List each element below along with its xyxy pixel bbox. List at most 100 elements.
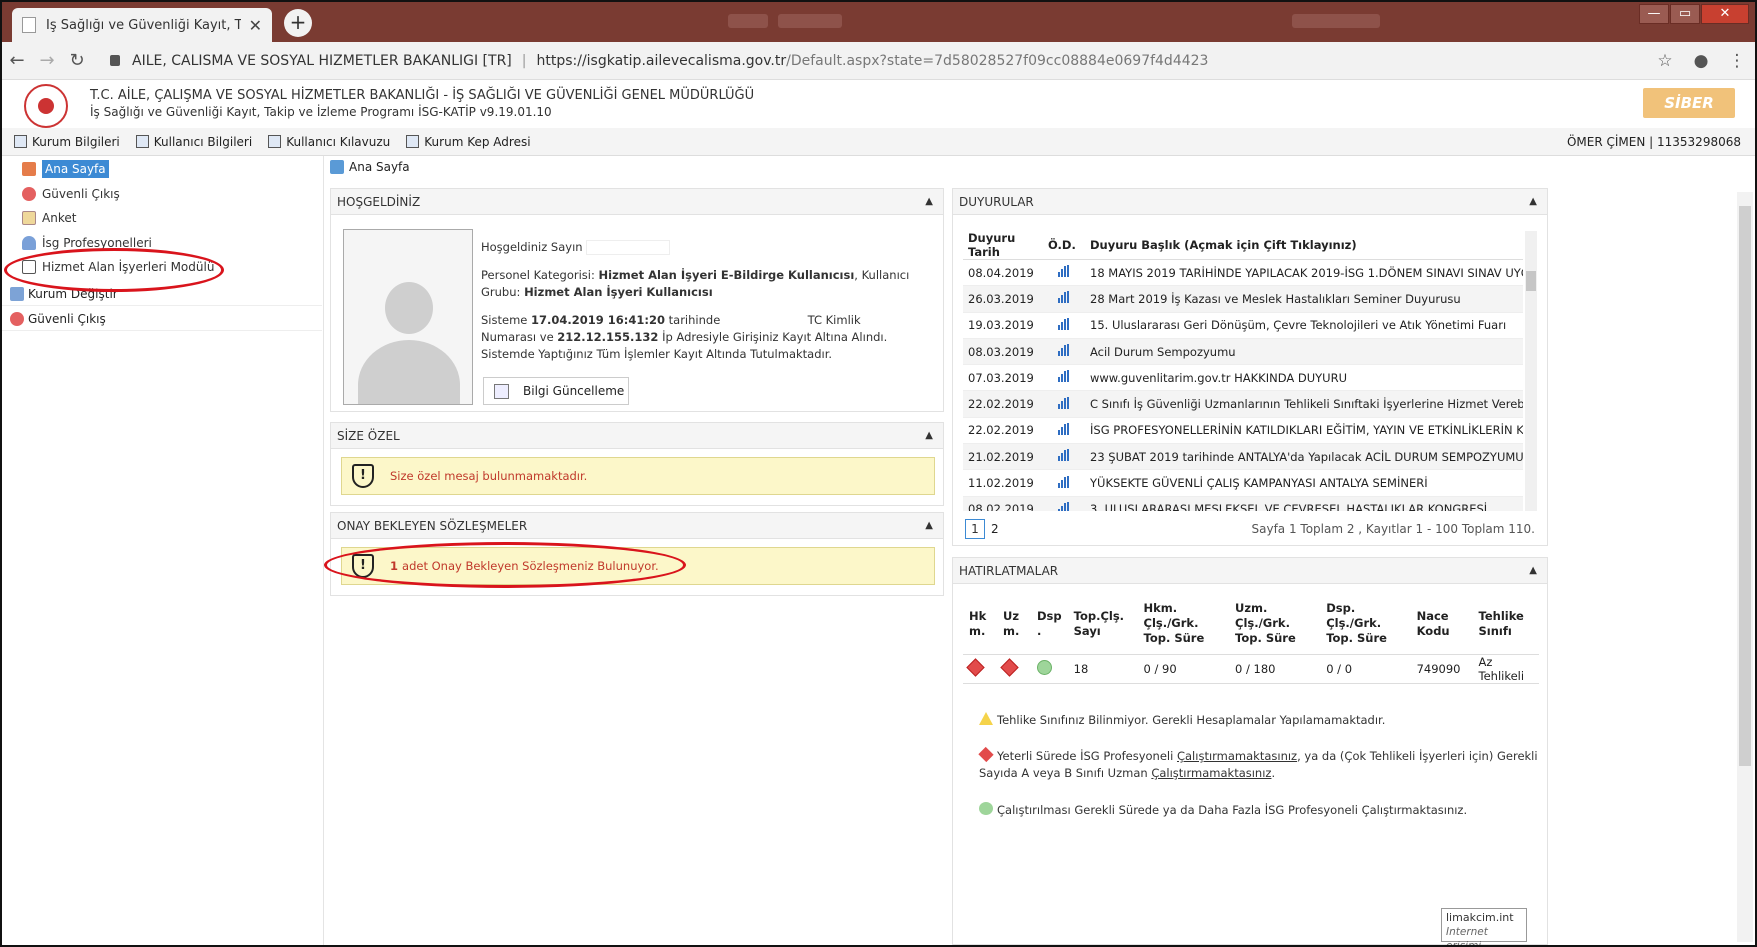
bar-chart-icon[interactable]: [1058, 422, 1070, 435]
announcement-stats[interactable]: [1043, 390, 1085, 418]
scroll-thumb[interactable]: [1526, 271, 1536, 291]
user-card-icon: [135, 135, 149, 148]
back-icon[interactable]: ←: [2, 50, 32, 71]
close-window-icon[interactable]: ✕: [1701, 4, 1749, 24]
sidebar-item-isg-profesyonelleri[interactable]: İsg Profesyonelleri: [22, 232, 152, 254]
announcement-title[interactable]: C Sınıfı İş Güvenliği Uzmanlarının Tehli…: [1085, 390, 1523, 418]
account-icon[interactable]: ●: [1683, 51, 1719, 71]
announcement-title[interactable]: Acil Durum Sempozyumu: [1085, 338, 1523, 366]
announcement-stats[interactable]: [1043, 469, 1085, 497]
announcement-stats[interactable]: [1043, 312, 1085, 339]
column-header[interactable]: Duyuru Başlık (Açmak için Çift Tıklayını…: [1085, 231, 1523, 260]
announcement-stats[interactable]: [1043, 259, 1085, 287]
announcement-title[interactable]: www.guvenlitarim.gov.tr HAKKINDA DUYURU: [1085, 364, 1523, 392]
table-row[interactable]: 22.02.2019 C Sınıfı İş Güvenliği Uzmanlar…: [963, 390, 1523, 418]
column-header[interactable]: Ö.D.: [1043, 231, 1085, 260]
url-field[interactable]: AILE, CALISMA VE SOSYAL HIZMETLER BAKANL…: [100, 53, 1647, 69]
collapse-icon[interactable]: ▲: [1529, 558, 1537, 584]
star-icon[interactable]: ☆: [1647, 51, 1683, 71]
page-1-button[interactable]: 1: [965, 519, 985, 539]
sidebar-item-ana-sayfa[interactable]: Ana Sayfa: [22, 158, 109, 180]
page-scrollbar[interactable]: [1737, 192, 1753, 942]
bar-chart-icon[interactable]: [1058, 475, 1070, 488]
announcement-stats[interactable]: [1043, 364, 1085, 392]
bar-chart-icon[interactable]: [1058, 344, 1070, 357]
pending-message[interactable]: ! 1 adet Onay Bekleyen Sözleşmeniz Bulunuy…: [341, 547, 935, 585]
bar-chart-icon[interactable]: [1058, 449, 1070, 462]
top-count-cell: 18: [1067, 654, 1138, 684]
announcement-title[interactable]: 18 MAYIS 2019 TARİHİNDE YAPILACAK 2019-İ…: [1085, 259, 1523, 287]
note-link[interactable]: Çalıştırmamaktasınız: [1177, 749, 1297, 763]
announcement-stats[interactable]: [1043, 285, 1085, 313]
table-row[interactable]: 11.02.2019 YÜKSEKTE GÜVENLİ ÇALIŞ KAMPANY…: [963, 469, 1523, 497]
announcement-stats[interactable]: [1043, 443, 1085, 471]
table-row[interactable]: 26.03.2019 28 Mart 2019 İş Kazası ve Mesl…: [963, 285, 1523, 313]
minimize-icon[interactable]: —: [1639, 4, 1669, 24]
menu-item-kurum-bilgileri[interactable]: Kurum Bilgileri: [14, 135, 120, 149]
announcement-date: 19.03.2019: [963, 312, 1043, 339]
column-header[interactable]: Duyuru Tarih: [963, 231, 1043, 260]
sidebar-item-guvenli-cikis-2[interactable]: Güvenli Çıkış: [2, 307, 322, 331]
bar-chart-icon[interactable]: [1058, 396, 1070, 409]
announcement-stats[interactable]: [1043, 417, 1085, 445]
column-header: Hkm. Çlş./Grk. Top. Süre: [1137, 594, 1230, 655]
welcome-panel: HOŞGELDİNİZ ▲ Hoşgeldiniz Sayın Personel …: [330, 188, 944, 412]
menu-dots-icon[interactable]: ⋮: [1719, 51, 1755, 71]
bar-chart-icon[interactable]: [1058, 265, 1070, 278]
user-info: ÖMER ÇİMEN | 11353298068: [1566, 135, 1741, 149]
table-row[interactable]: 08.04.2019 18 MAYIS 2019 TARİHİNDE YAPILA…: [963, 259, 1523, 287]
login-pre: Sisteme: [481, 313, 528, 327]
announcement-title[interactable]: 28 Mart 2019 İş Kazası ve Meslek Hastalı…: [1085, 285, 1523, 313]
announcement-stats[interactable]: [1043, 338, 1085, 366]
announcement-title[interactable]: 15. Uluslararası Geri Dönüşüm, Çevre Tek…: [1085, 312, 1523, 339]
collapse-icon[interactable]: ▲: [925, 423, 933, 449]
forward-icon[interactable]: →: [32, 50, 62, 71]
site-label: AILE, CALISMA VE SOSYAL HIZMETLER BAKANL…: [132, 52, 512, 69]
menu-item-kullanici-kilavuzu[interactable]: Kullanıcı Kılavuzu: [268, 135, 390, 149]
announcement-title[interactable]: 3. ULUSLARARASI MESLEKSEL VE ÇEVRESEL HA…: [1085, 496, 1523, 511]
announcement-date: 07.03.2019: [963, 364, 1043, 392]
collapse-icon[interactable]: ▲: [925, 513, 933, 539]
table-row[interactable]: 08.03.2019 Acil Durum Sempozyumu: [963, 338, 1523, 366]
shield-warning-icon: !: [352, 554, 374, 578]
collapse-icon[interactable]: ▲: [1529, 189, 1537, 215]
reload-icon[interactable]: ↻: [62, 50, 92, 71]
new-tab-button[interactable]: +: [284, 9, 312, 37]
bar-chart-icon[interactable]: [1058, 370, 1070, 383]
announcements-scrollbar[interactable]: [1525, 231, 1537, 511]
close-tab-icon[interactable]: ✕: [249, 16, 262, 35]
note-link[interactable]: Çalıştırmamaktasınız: [1151, 766, 1271, 780]
survey-icon: [22, 211, 36, 225]
update-info-button[interactable]: Bilgi Güncelleme: [483, 377, 629, 405]
collapse-icon[interactable]: ▲: [925, 189, 933, 215]
help-document-icon: [268, 135, 282, 148]
table-row[interactable]: 21.02.2019 23 ŞUBAT 2019 tarihinde ANTALY…: [963, 443, 1523, 471]
sidebar-item-kurum-degistir[interactable]: Kurum Değiştir: [2, 282, 322, 306]
reminders-panel: HATIRLATMALAR ▲ Hk m. Uz m. Dsp . Top.Çlş…: [952, 557, 1548, 945]
announcement-title[interactable]: İSG PROFESYONELLERİNİN KATILDIKLARI EĞİT…: [1085, 417, 1523, 445]
menu-item-kullanici-bilgileri[interactable]: Kullanıcı Bilgileri: [135, 135, 252, 149]
table-row[interactable]: 08.02.2019 3. ULUSLARARASI MESLEKSEL VE Ç…: [963, 496, 1523, 511]
announcement-title[interactable]: YÜKSEKTE GÜVENLİ ÇALIŞ KAMPANYASI ANTALY…: [1085, 469, 1523, 497]
table-row[interactable]: 07.03.2019 www.guvenlitarim.gov.tr HAKKIN…: [963, 364, 1523, 392]
bar-chart-icon[interactable]: [1058, 317, 1070, 330]
sidebar-item-hizmet-alan-isyerleri[interactable]: Hizmet Alan İşyerleri Modülü: [22, 256, 214, 278]
page-scroll-thumb[interactable]: [1739, 206, 1751, 766]
column-header: Uz m.: [997, 594, 1031, 655]
menu-item-kurum-kep-adresi[interactable]: Kurum Kep Adresi: [406, 135, 531, 149]
sidebar-item-guvenli-cikis[interactable]: Güvenli Çıkış: [22, 183, 120, 205]
page-icon: [22, 17, 36, 33]
browser-tab[interactable]: İş Sağlığı ve Güvenliği Kayıt, Takip ✕: [12, 8, 272, 42]
table-row[interactable]: 22.02.2019 İSG PROFESYONELLERİNİN KATILDI…: [963, 417, 1523, 445]
announcement-stats[interactable]: [1043, 496, 1085, 511]
bar-chart-icon[interactable]: [1058, 501, 1070, 511]
edit-icon: [494, 383, 509, 399]
login-date: 17.04.2019 16:41:20: [531, 313, 665, 327]
page-2-button[interactable]: 2: [991, 522, 999, 536]
bar-chart-icon[interactable]: [1058, 291, 1070, 304]
maximize-icon[interactable]: ▭: [1670, 4, 1700, 24]
building-icon: [10, 286, 24, 301]
table-row[interactable]: 19.03.2019 15. Uluslararası Geri Dönüşüm,…: [963, 312, 1523, 339]
announcement-title[interactable]: 23 ŞUBAT 2019 tarihinde ANTALYA'da Yapıl…: [1085, 443, 1523, 471]
sidebar-item-anket[interactable]: Anket: [22, 207, 76, 229]
